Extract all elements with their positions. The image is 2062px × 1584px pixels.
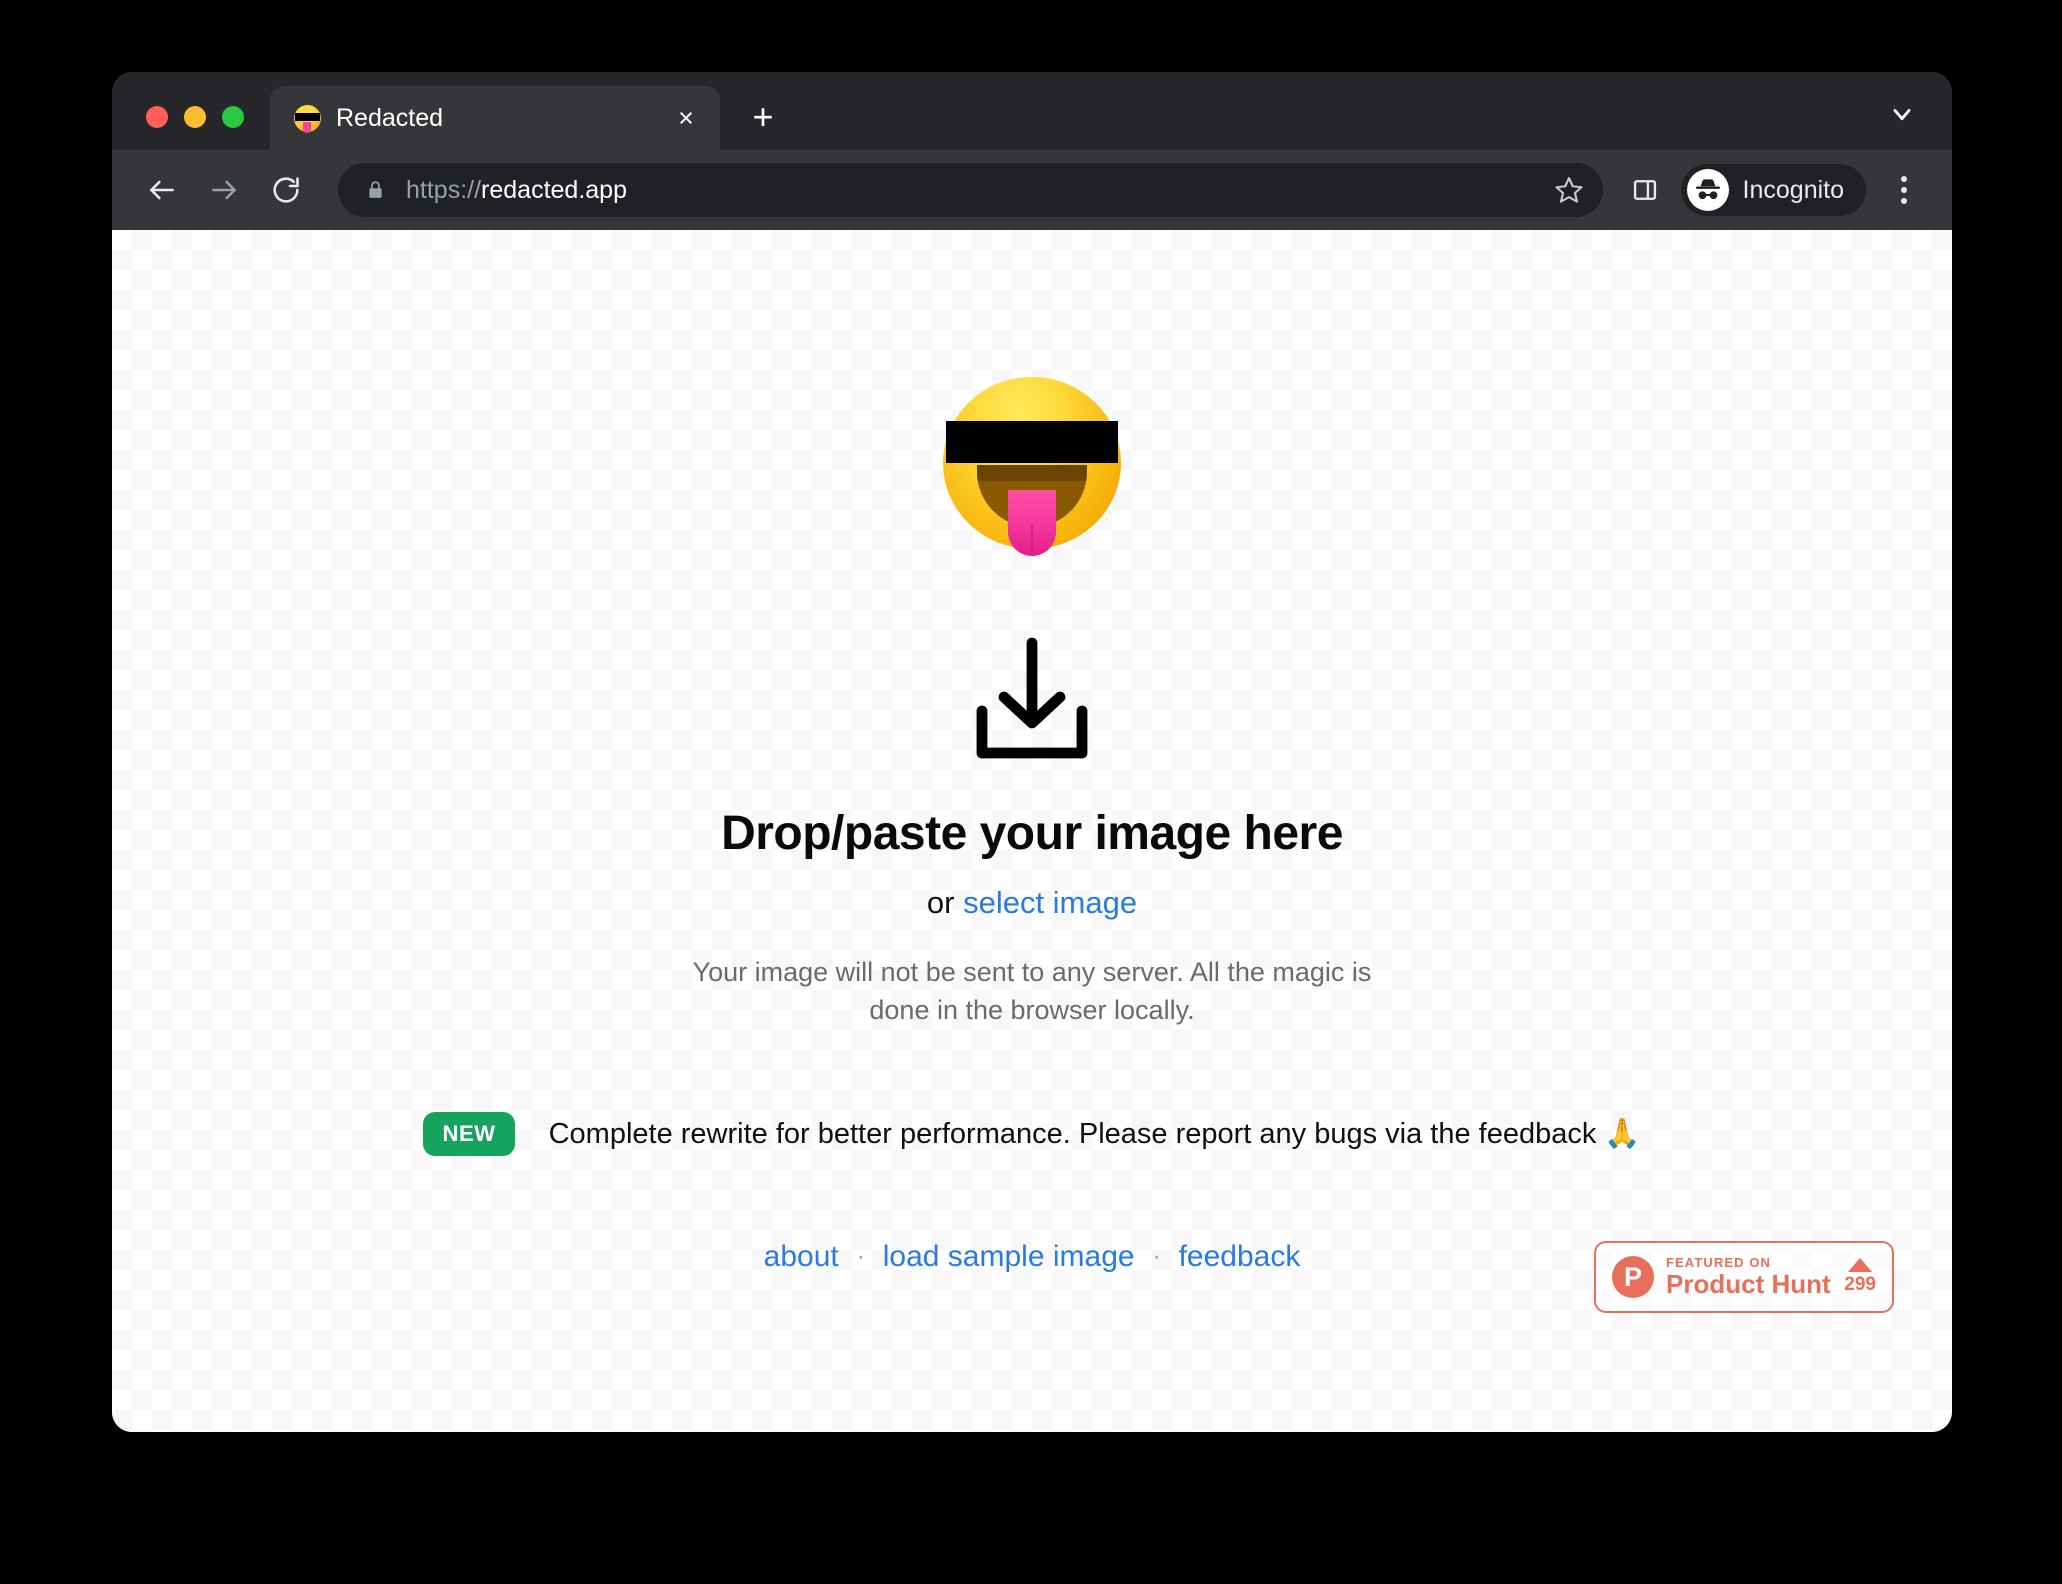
side-panel-icon[interactable]: [1619, 164, 1671, 216]
announcement-row: NEW Complete rewrite for better performa…: [423, 1111, 1641, 1156]
reload-icon[interactable]: [258, 162, 314, 218]
page-title: Drop/paste your image here: [721, 807, 1343, 860]
footer-links: about · load sample image · feedback: [764, 1240, 1301, 1274]
footer: about · load sample image · feedback P F…: [112, 1240, 1952, 1313]
product-hunt-upvote: 299: [1844, 1258, 1876, 1296]
tab-title: Redacted: [336, 103, 444, 132]
window-traffic-lights: [112, 106, 264, 150]
new-tab-button[interactable]: +: [734, 88, 792, 146]
footer-link-load-sample-image[interactable]: load sample image: [883, 1240, 1135, 1274]
star-icon[interactable]: [1541, 162, 1597, 218]
privacy-description-line-1: Your image will not be sent to any serve…: [692, 957, 1372, 987]
minimize-window-button[interactable]: [184, 106, 206, 128]
select-image-link[interactable]: select image: [963, 885, 1137, 920]
footer-link-about[interactable]: about: [764, 1240, 839, 1274]
privacy-description-line-2: done in the browser locally.: [869, 995, 1195, 1026]
new-badge: NEW: [423, 1111, 515, 1156]
browser-toolbar: https://redacted.app Incognito: [112, 150, 1952, 230]
tab-strip: Redacted × +: [112, 72, 1952, 150]
footer-separator: ·: [856, 1243, 865, 1270]
address-bar[interactable]: https://redacted.app: [338, 163, 1603, 217]
incognito-badge[interactable]: Incognito: [1680, 164, 1866, 216]
url-host: redacted.app: [481, 175, 627, 204]
browser-tab[interactable]: Redacted ×: [270, 86, 720, 150]
download-tray-icon: [964, 637, 1100, 768]
incognito-hat-glasses-icon: [1686, 169, 1729, 211]
close-window-button[interactable]: [146, 106, 168, 128]
select-image-line: or select image: [927, 885, 1137, 921]
redacted-face-emoji-icon: [943, 373, 1121, 556]
arrow-left-icon[interactable]: [134, 162, 190, 218]
tab-favicon-icon: [292, 104, 322, 133]
browser-window: Redacted × + https://redacted.app Incogn…: [112, 72, 1952, 1432]
product-hunt-count: 299: [1844, 1274, 1876, 1295]
url-scheme: https://: [406, 175, 482, 204]
announcement-text: Complete rewrite for better performance.…: [548, 1117, 1641, 1150]
arrow-right-icon[interactable]: [196, 162, 252, 218]
address-bar-url: https://redacted.app: [406, 176, 627, 205]
chevron-down-icon[interactable]: [1880, 96, 1924, 132]
privacy-description: Your image will not be sent to any serve…: [693, 953, 1372, 1030]
product-hunt-logo-icon: P: [1612, 1256, 1654, 1298]
lock-icon[interactable]: [364, 177, 386, 203]
incognito-label: Incognito: [1742, 175, 1844, 204]
tab-close-icon[interactable]: ×: [666, 98, 706, 138]
upvote-triangle-icon: [1848, 1258, 1873, 1272]
product-hunt-text: FEATURED ON Product Hunt: [1666, 1254, 1832, 1300]
footer-link-feedback[interactable]: feedback: [1179, 1240, 1301, 1274]
product-hunt-featured-label: FEATURED ON: [1666, 1254, 1772, 1270]
product-hunt-name: Product Hunt: [1666, 1269, 1831, 1300]
maximize-window-button[interactable]: [222, 106, 244, 128]
page-content: Drop/paste your image here or select ima…: [112, 230, 1952, 1432]
product-hunt-badge[interactable]: P FEATURED ON Product Hunt 299: [1594, 1241, 1894, 1313]
three-dot-menu-icon[interactable]: [1878, 162, 1930, 218]
footer-separator: ·: [1152, 1243, 1161, 1270]
or-label: or: [926, 885, 964, 920]
